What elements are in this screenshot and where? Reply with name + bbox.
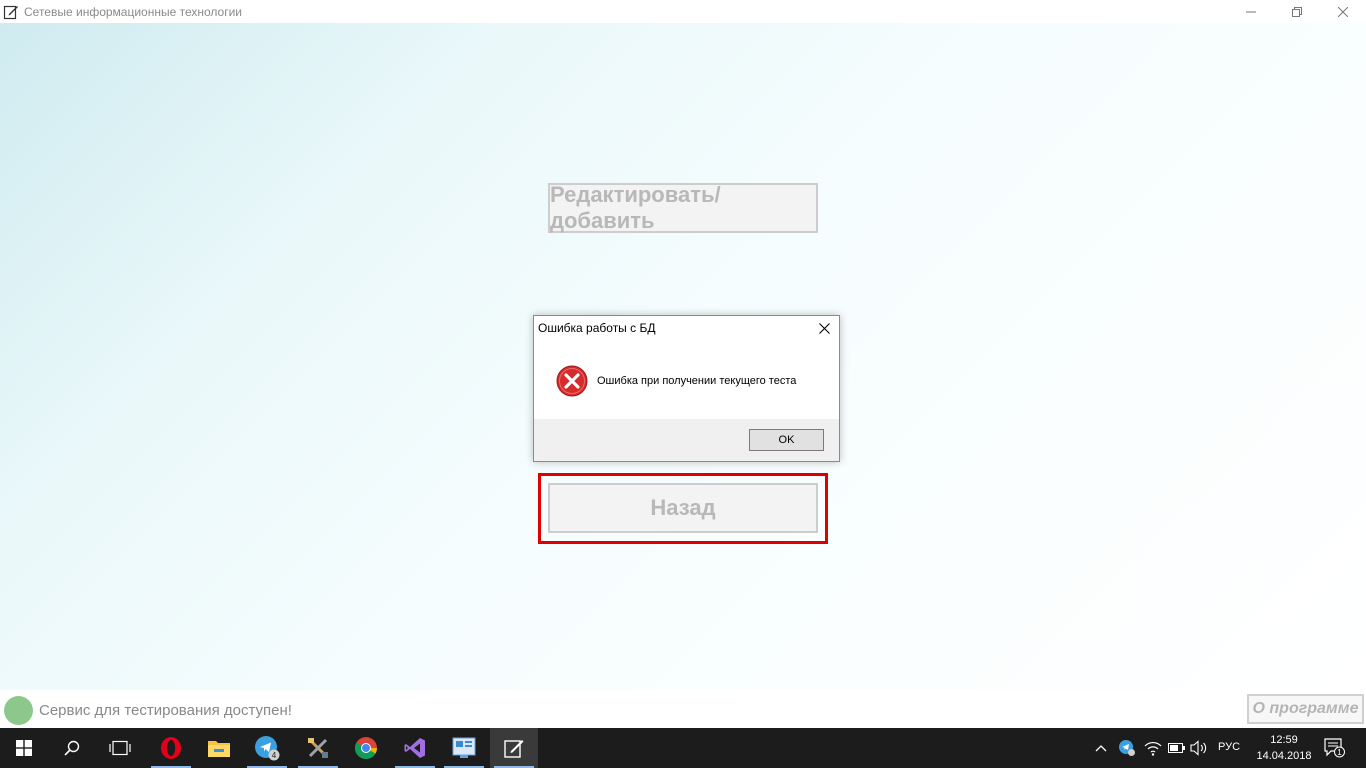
app-icon xyxy=(452,737,476,758)
taskbar-chrome[interactable] xyxy=(342,728,390,768)
notifications-icon: 1 xyxy=(1324,738,1345,758)
close-icon xyxy=(1338,6,1348,17)
taskbar-notepad-app[interactable] xyxy=(490,728,538,768)
chevron-up-icon xyxy=(1095,745,1107,752)
telegram-icon: 4 xyxy=(255,736,280,761)
start-button[interactable] xyxy=(0,728,48,768)
status-bar: Сервис для тестирования доступен! О прог… xyxy=(0,690,1366,728)
minimize-button[interactable] xyxy=(1228,0,1274,23)
task-view-icon xyxy=(109,740,131,756)
search-button[interactable] xyxy=(48,728,96,768)
visual-studio-icon xyxy=(404,738,425,758)
chrome-icon xyxy=(355,737,377,759)
status-indicator xyxy=(4,696,33,725)
opera-icon xyxy=(161,737,181,759)
file-explorer-icon xyxy=(208,741,230,757)
tray-volume[interactable] xyxy=(1190,728,1210,768)
clock[interactable]: 12:59 14.04.2018 xyxy=(1254,732,1314,764)
tray-overflow[interactable] xyxy=(1094,728,1108,768)
ok-button[interactable]: OK xyxy=(749,429,824,451)
telegram-tray-icon xyxy=(1119,740,1135,756)
clock-time: 12:59 xyxy=(1270,734,1298,746)
error-dialog: Ошибка работы с БД Ошибка при получении … xyxy=(533,315,840,462)
about-button[interactable]: О программе xyxy=(1247,694,1364,724)
taskbar-tools[interactable] xyxy=(294,728,342,768)
notification-count: 1 xyxy=(1337,748,1342,757)
wifi-icon xyxy=(1144,742,1162,756)
tools-icon xyxy=(308,738,328,758)
back-button[interactable]: Назад xyxy=(548,483,818,533)
close-button[interactable] xyxy=(1320,0,1366,23)
notifications-button[interactable]: 1 xyxy=(1324,728,1346,768)
dialog-close-button[interactable] xyxy=(815,319,833,337)
notepad-app-icon xyxy=(504,740,524,758)
taskbar-file-explorer[interactable] xyxy=(195,728,243,768)
status-text: Сервис для тестирования доступен! xyxy=(39,702,292,719)
restore-button[interactable] xyxy=(1274,0,1320,23)
taskbar-app[interactable] xyxy=(440,728,488,768)
telegram-badge: 4 xyxy=(272,751,277,760)
notepad-icon xyxy=(3,5,18,19)
title-bar: Сетевые информационные технологии xyxy=(0,0,1366,23)
taskbar: 4 РУС 12:59 14.04.2018 1 xyxy=(0,728,1366,768)
task-view-button[interactable] xyxy=(96,728,144,768)
volume-icon xyxy=(1190,740,1207,756)
taskbar-telegram[interactable]: 4 xyxy=(243,728,291,768)
search-icon xyxy=(64,740,80,756)
language-indicator[interactable]: РУС xyxy=(1218,741,1240,753)
tray-network[interactable] xyxy=(1144,728,1162,768)
battery-icon xyxy=(1168,743,1185,753)
dialog-message: Ошибка при получении текущего теста xyxy=(597,375,797,387)
tray-telegram[interactable] xyxy=(1118,728,1136,768)
close-icon xyxy=(818,322,830,334)
window-title: Сетевые информационные технологии xyxy=(24,4,242,19)
taskbar-visual-studio[interactable] xyxy=(391,728,439,768)
start-icon xyxy=(16,740,32,756)
restore-icon xyxy=(1292,6,1302,17)
error-icon xyxy=(556,365,588,397)
dialog-footer: OK xyxy=(534,419,839,461)
clock-date: 14.04.2018 xyxy=(1256,750,1312,762)
tray-battery[interactable] xyxy=(1168,728,1186,768)
taskbar-opera[interactable] xyxy=(147,728,195,768)
window-controls xyxy=(1228,0,1366,23)
dialog-title: Ошибка работы с БД xyxy=(538,321,656,335)
edit-add-button[interactable]: Редактировать/добавить xyxy=(548,182,818,233)
minimize-icon xyxy=(1246,11,1256,12)
